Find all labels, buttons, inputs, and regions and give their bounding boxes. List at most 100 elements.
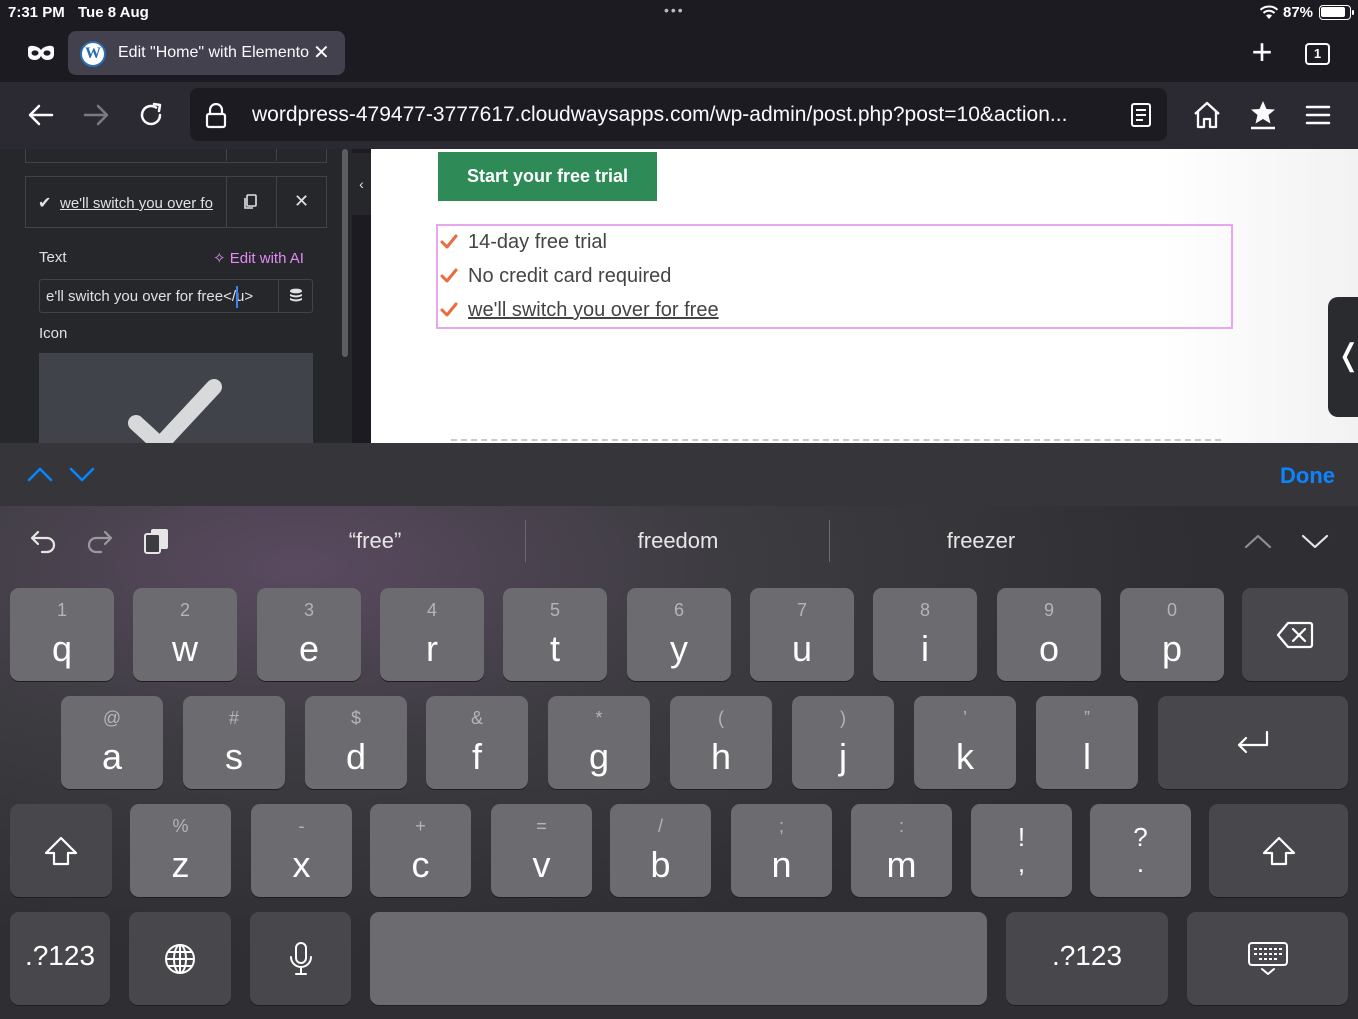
numbers-key-left[interactable]: .?123: [10, 912, 110, 1005]
reader-icon[interactable]: [1130, 102, 1152, 128]
key-q[interactable]: 1q: [10, 588, 114, 681]
key-period[interactable]: ?.: [1090, 804, 1191, 897]
numbers-key-right[interactable]: .?123: [1006, 912, 1168, 1005]
private-mode-icon[interactable]: [26, 43, 56, 63]
done-button[interactable]: Done: [1280, 463, 1335, 489]
key-t[interactable]: 5t: [503, 588, 607, 681]
active-tab[interactable]: W Edit "Home" with Elemento ✕: [68, 31, 345, 75]
text-caret: [236, 286, 238, 308]
key-p[interactable]: 0p: [1120, 588, 1224, 681]
list-item-text: we'll switch you over for free: [468, 299, 719, 321]
key-i[interactable]: 8i: [873, 588, 977, 681]
chevron-left-icon[interactable]: ❬: [1328, 297, 1358, 417]
key-m[interactable]: :m: [851, 804, 952, 897]
key-secondary-label: +: [415, 816, 426, 836]
lock-icon[interactable]: [204, 103, 228, 129]
bookmark-star-icon[interactable]: [1246, 98, 1280, 132]
home-icon[interactable]: [1190, 98, 1224, 132]
chevron-up-icon[interactable]: [1243, 526, 1273, 556]
check-icon: ✔: [38, 195, 52, 212]
duplicate-icon[interactable]: [242, 193, 258, 211]
paste-icon[interactable]: [142, 526, 172, 556]
key-h[interactable]: (h: [670, 696, 772, 789]
shift-key-left[interactable]: [10, 804, 112, 897]
text-input-value[interactable]: e'll switch you over for free</u>: [46, 288, 278, 305]
undo-icon[interactable]: [28, 526, 58, 556]
icon-picker-preview[interactable]: [39, 353, 313, 443]
key-d[interactable]: $ d: [305, 696, 407, 789]
key-g[interactable]: * g: [548, 696, 650, 789]
check-icon: [440, 302, 458, 317]
suggestion-2[interactable]: freedom: [528, 528, 828, 554]
edit-with-ai-label: Edit with AI: [229, 250, 304, 267]
key-k[interactable]: ’ k: [914, 696, 1016, 789]
key-y[interactable]: 6y: [627, 588, 731, 681]
key-comma[interactable]: !,: [971, 804, 1072, 897]
chevron-left-icon[interactable]: ‹: [352, 153, 371, 215]
key-o[interactable]: 9o: [997, 588, 1101, 681]
forward-icon[interactable]: [79, 98, 113, 132]
key-primary-label: e: [298, 628, 320, 669]
key-v[interactable]: = v: [491, 804, 592, 897]
suggestion-1[interactable]: “free”: [225, 528, 525, 554]
sparkle-icon: ✧: [213, 250, 226, 267]
status-time: 7:31 PM: [8, 4, 65, 21]
shift-key-right[interactable]: [1209, 804, 1348, 897]
key-secondary-label: 9: [1043, 600, 1054, 620]
key-e[interactable]: 3e: [257, 588, 361, 681]
close-icon[interactable]: ✕: [294, 191, 309, 212]
repeater-item-row[interactable]: ✔ we'll switch you over fo ✕: [25, 176, 327, 228]
key-a[interactable]: @ a: [61, 696, 163, 789]
panel-scrollbar[interactable]: [342, 149, 348, 357]
close-icon[interactable]: ✕: [313, 43, 330, 63]
dictation-key[interactable]: [250, 912, 351, 1005]
wifi-icon: [1259, 5, 1279, 19]
chevron-up-icon[interactable]: [25, 461, 55, 487]
back-icon[interactable]: [24, 98, 58, 132]
key-secondary-label: *: [595, 708, 603, 728]
key-s[interactable]: # s: [183, 696, 285, 789]
key-n[interactable]: ; n: [731, 804, 832, 897]
globe-key[interactable]: [129, 912, 231, 1005]
backspace-key[interactable]: [1242, 588, 1348, 681]
multitasking-dots[interactable]: •••: [664, 2, 685, 18]
key-secondary-label: 5: [549, 600, 560, 620]
return-key[interactable]: [1158, 696, 1348, 789]
key-j[interactable]: ) j: [792, 696, 894, 789]
dynamic-tags-button[interactable]: [278, 280, 313, 312]
repeater-item-label[interactable]: we'll switch you over fo: [60, 195, 226, 212]
edit-with-ai-button[interactable]: ✧ Edit with AI: [213, 249, 304, 267]
key-w[interactable]: 2w: [133, 588, 237, 681]
menu-icon[interactable]: [1301, 98, 1335, 132]
key-c[interactable]: + c: [370, 804, 471, 897]
space-bar[interactable]: [370, 912, 987, 1005]
key-r[interactable]: 4r: [380, 588, 484, 681]
battery-icon: [1319, 5, 1354, 20]
key-x[interactable]: -x: [251, 804, 352, 897]
key-primary-label: .: [1136, 848, 1145, 878]
key-b[interactable]: / b: [610, 804, 711, 897]
key-f[interactable]: & f: [426, 696, 528, 789]
text-input[interactable]: e'll switch you over for free</u>: [39, 279, 313, 313]
reload-icon[interactable]: [134, 98, 168, 132]
start-trial-button[interactable]: Start your free trial: [438, 152, 657, 201]
key-z[interactable]: % z: [130, 804, 231, 897]
icon-list-widget[interactable]: 14-day free trial No credit card require…: [436, 224, 1233, 329]
hide-keyboard-key[interactable]: [1187, 912, 1348, 1005]
previous-item-row[interactable]: [25, 149, 327, 163]
tab-count-icon[interactable]: 1: [1305, 43, 1330, 65]
chevron-down-icon[interactable]: [1300, 526, 1330, 556]
redo-icon[interactable]: [85, 526, 115, 556]
plus-icon[interactable]: +: [1246, 34, 1278, 70]
section-divider: [451, 439, 1221, 442]
url-text[interactable]: wordpress-479477-3777617.cloudwaysapps.c…: [252, 103, 1067, 127]
key-secondary-label: =: [536, 816, 547, 836]
key-u[interactable]: 7u: [750, 588, 854, 681]
check-icon: [440, 234, 458, 249]
key-secondary-label: %: [172, 816, 189, 836]
chevron-down-icon[interactable]: [67, 461, 97, 487]
key-l[interactable]: ” l: [1036, 696, 1138, 789]
wordpress-icon: W: [80, 41, 106, 67]
suggestion-3[interactable]: freezer: [831, 528, 1131, 554]
url-bar[interactable]: wordpress-479477-3777617.cloudwaysapps.c…: [190, 88, 1167, 141]
